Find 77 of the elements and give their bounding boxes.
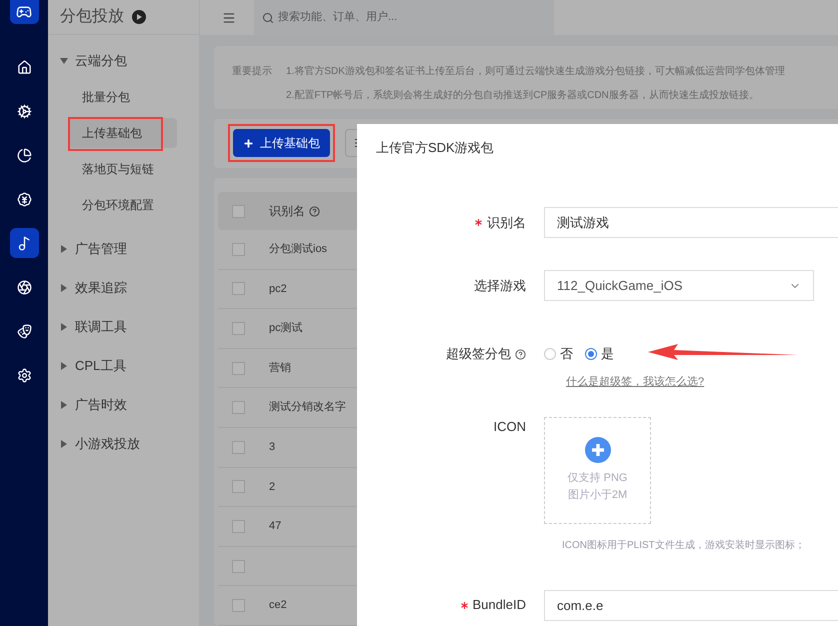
search-field[interactable]: 搜索功能、订单、用户... (254, 0, 554, 35)
menu-group[interactable]: 广告时效 (48, 395, 199, 415)
table-cell-text: pc2 (269, 282, 287, 297)
checkbox[interactable] (232, 242, 245, 256)
caret-icon (61, 440, 67, 448)
menu-icon[interactable] (222, 10, 236, 24)
dialog-title: 上传官方SDK游戏包 (376, 139, 494, 157)
table-cell-text: ce2 (269, 598, 287, 614)
table-cell-text: 47 (269, 519, 282, 534)
notice-label: 重要提示 (232, 64, 272, 79)
field-label: 超级签分包 (446, 345, 511, 364)
notice-text: 2.配置FTP帐号后，系统则会将生成好的分包自动推送到CP服务器或CDN服务器，从而快速生成投放链接。 (286, 88, 760, 103)
field-label: BundleID (472, 596, 526, 614)
rail-button[interactable] (10, 228, 38, 258)
yen-icon (16, 192, 32, 206)
menu-group[interactable]: 效果追踪 (48, 278, 199, 298)
pie-chart-icon (16, 148, 32, 162)
gears-icon (16, 104, 32, 118)
checkbox[interactable] (232, 282, 245, 296)
table-cell-text: 营销 (269, 360, 291, 376)
menu-item[interactable]: 上传基础包 (68, 118, 177, 148)
icon-hint: ICON图标用于PLIST文件生成，游戏安装时显示图标； (562, 538, 806, 552)
table-cell-text: pc测试 (269, 321, 303, 336)
menu-item[interactable]: 分包环境配置 (68, 190, 177, 220)
checkbox[interactable] (232, 520, 245, 534)
menu-group[interactable]: 小游戏投放 (48, 434, 199, 454)
upload-hint: 仅支持 PNG (568, 470, 628, 486)
table-cell-text: 分包测试ios (269, 242, 328, 258)
caret-icon (61, 362, 67, 370)
menu-group[interactable]: 云端分包 (48, 51, 199, 71)
field-label: ICON (494, 418, 526, 436)
sidebar-title: 分包投放 (60, 7, 124, 27)
caret-icon (61, 323, 67, 331)
caret-icon (61, 401, 67, 409)
radio-option[interactable]: 否 (544, 344, 573, 364)
caret-icon (61, 284, 67, 292)
checkbox[interactable] (232, 401, 245, 414)
menu-item[interactable]: 批量分包 (68, 82, 177, 112)
table-cell-text: 测试分销改名字 (269, 400, 346, 416)
mask-icon (16, 324, 32, 338)
checkbox[interactable] (232, 480, 245, 494)
plus-icon (243, 138, 254, 149)
game-select[interactable]: 112_QuickGame_iOS (544, 270, 814, 301)
table-cell-text: 2 (269, 480, 276, 495)
caret-icon (60, 58, 68, 64)
menu-item[interactable]: 落地页与短链 (68, 154, 177, 184)
text-field[interactable]: com.e.e (544, 590, 838, 620)
search-icon (262, 12, 274, 24)
table-cell-text: 3 (269, 440, 276, 456)
text-field[interactable]: 测试游戏 (544, 207, 838, 238)
menu-group[interactable]: 联调工具 (48, 317, 199, 337)
menu-group[interactable]: CPL工具 (48, 356, 199, 376)
checkbox[interactable] (232, 560, 245, 573)
field-label: 选择游戏 (474, 276, 526, 295)
field-label: 识别名 (487, 214, 526, 232)
play-icon[interactable] (132, 10, 146, 24)
plus-circle-icon (584, 436, 610, 462)
help-icon[interactable] (515, 348, 526, 360)
help-link[interactable]: 什么是超级签，我该怎么选? (566, 374, 838, 390)
column-header: 识别名 (269, 203, 305, 220)
upload-button[interactable]: 上传基础包 (233, 129, 330, 158)
checkbox[interactable] (232, 362, 245, 375)
logo-icon (10, 0, 38, 24)
settings-icon (16, 368, 32, 382)
checkbox[interactable] (232, 440, 245, 454)
home-icon (16, 60, 32, 74)
menu-group[interactable]: 广告管理 (48, 239, 199, 259)
caret-icon (61, 245, 67, 253)
help-icon[interactable] (309, 206, 320, 217)
music-note-icon (16, 236, 32, 250)
upload-hint: 图片小于2M (568, 488, 628, 502)
checkbox[interactable] (232, 599, 245, 612)
radio-option[interactable]: 是 (585, 344, 614, 364)
checkbox[interactable] (232, 322, 245, 336)
checkbox[interactable] (232, 204, 245, 218)
notice-text: 1.将官方SDK游戏包和签名证书上传至后台，则可通过云端快速生成游戏分包链接，可大幅减低运营同学包体管理 (286, 64, 785, 79)
aperture-icon (16, 280, 32, 294)
